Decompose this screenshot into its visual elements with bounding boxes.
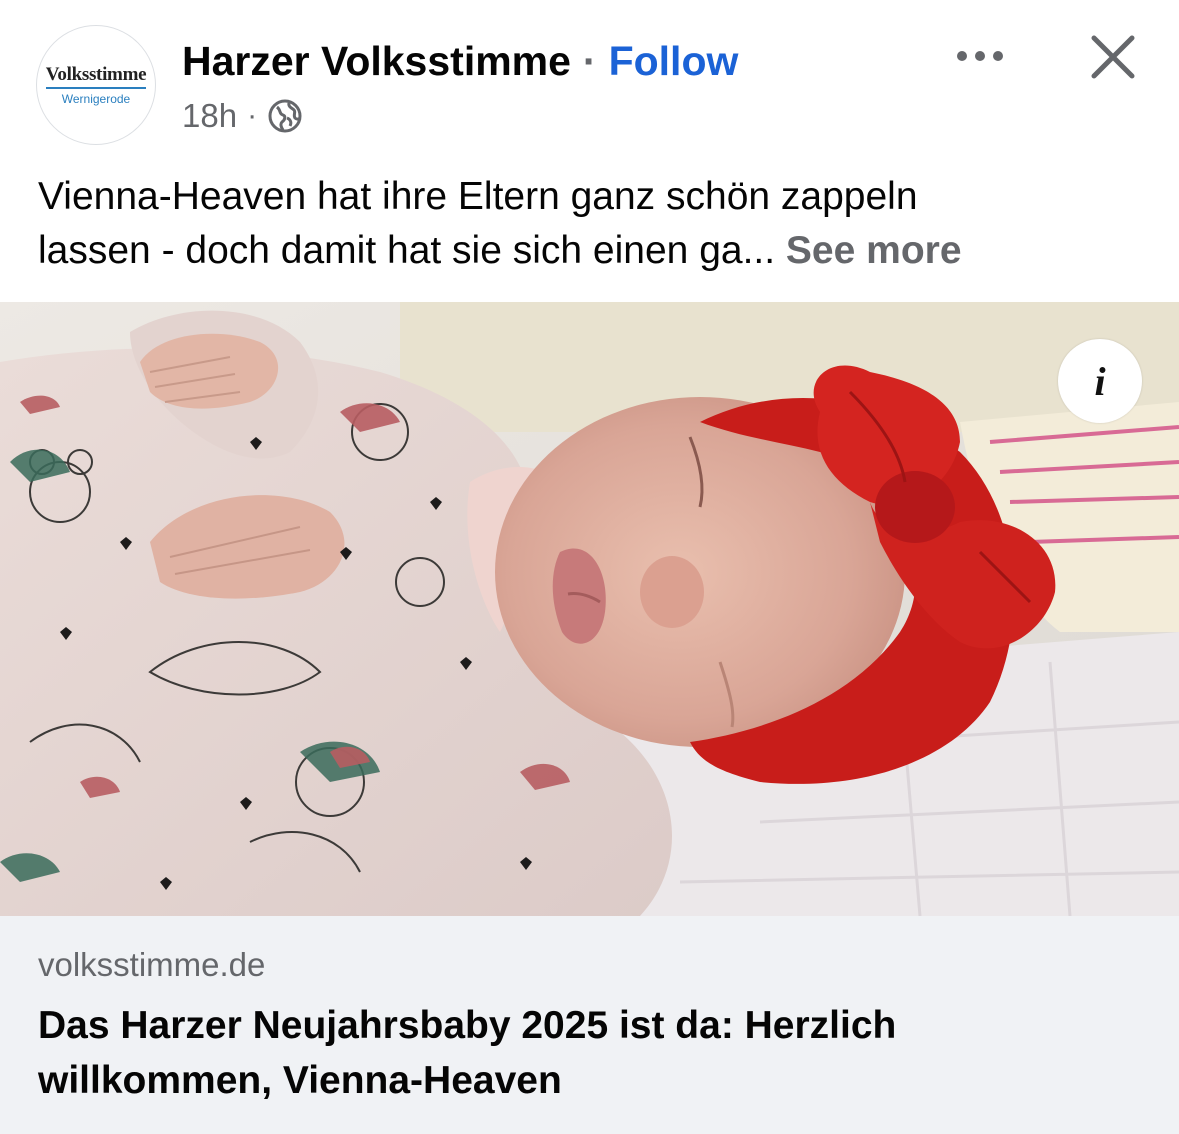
see-more-link[interactable]: See more [786,229,962,272]
post-timestamp[interactable]: 18h [182,97,237,135]
page-name-link[interactable]: Harzer Volksstimme [182,38,571,85]
meta-separator: · [247,99,258,132]
post-header: Volksstimme Wernigerode Harzer Volksstim… [0,0,1179,160]
close-button[interactable] [1084,30,1142,84]
globe-icon [267,98,303,134]
link-domain: volksstimme.de [38,946,266,983]
post-text-truncated: lassen - doch damit hat sie sich einen g… [38,229,776,272]
more-horizontal-icon [957,51,1003,61]
name-separator: · [582,37,597,84]
post-text-line-1: Vienna-Heaven hat ihre Eltern ganz schön… [38,175,918,218]
page-avatar[interactable]: Volksstimme Wernigerode [36,25,156,145]
more-options-button[interactable] [952,36,1008,76]
link-title-line-2: willkommen, Vienna-Heaven [38,1059,562,1102]
info-icon: i [1094,358,1106,404]
link-title-line-1: Das Harzer Neujahrsbaby 2025 ist da: Her… [38,1004,897,1047]
close-icon [1091,35,1135,79]
post-message: Vienna-Heaven hat ihre Eltern ganz schön… [38,170,1148,278]
post-image[interactable] [0,302,1179,916]
post-text-line-2: lassen - doch damit hat sie sich einen g… [38,224,1148,278]
avatar-logo-subtext: Wernigerode [61,92,131,106]
avatar-logo-text: Volksstimme [45,64,147,89]
newborn-photo [0,302,1179,916]
info-button[interactable]: i [1058,339,1142,423]
link-title[interactable]: Das Harzer Neujahrsbaby 2025 ist da: Her… [38,998,1138,1108]
post-meta: 18h · [182,96,303,136]
follow-button[interactable]: Follow [609,38,739,85]
page-name-row: Harzer Volksstimme · Follow [182,36,738,86]
